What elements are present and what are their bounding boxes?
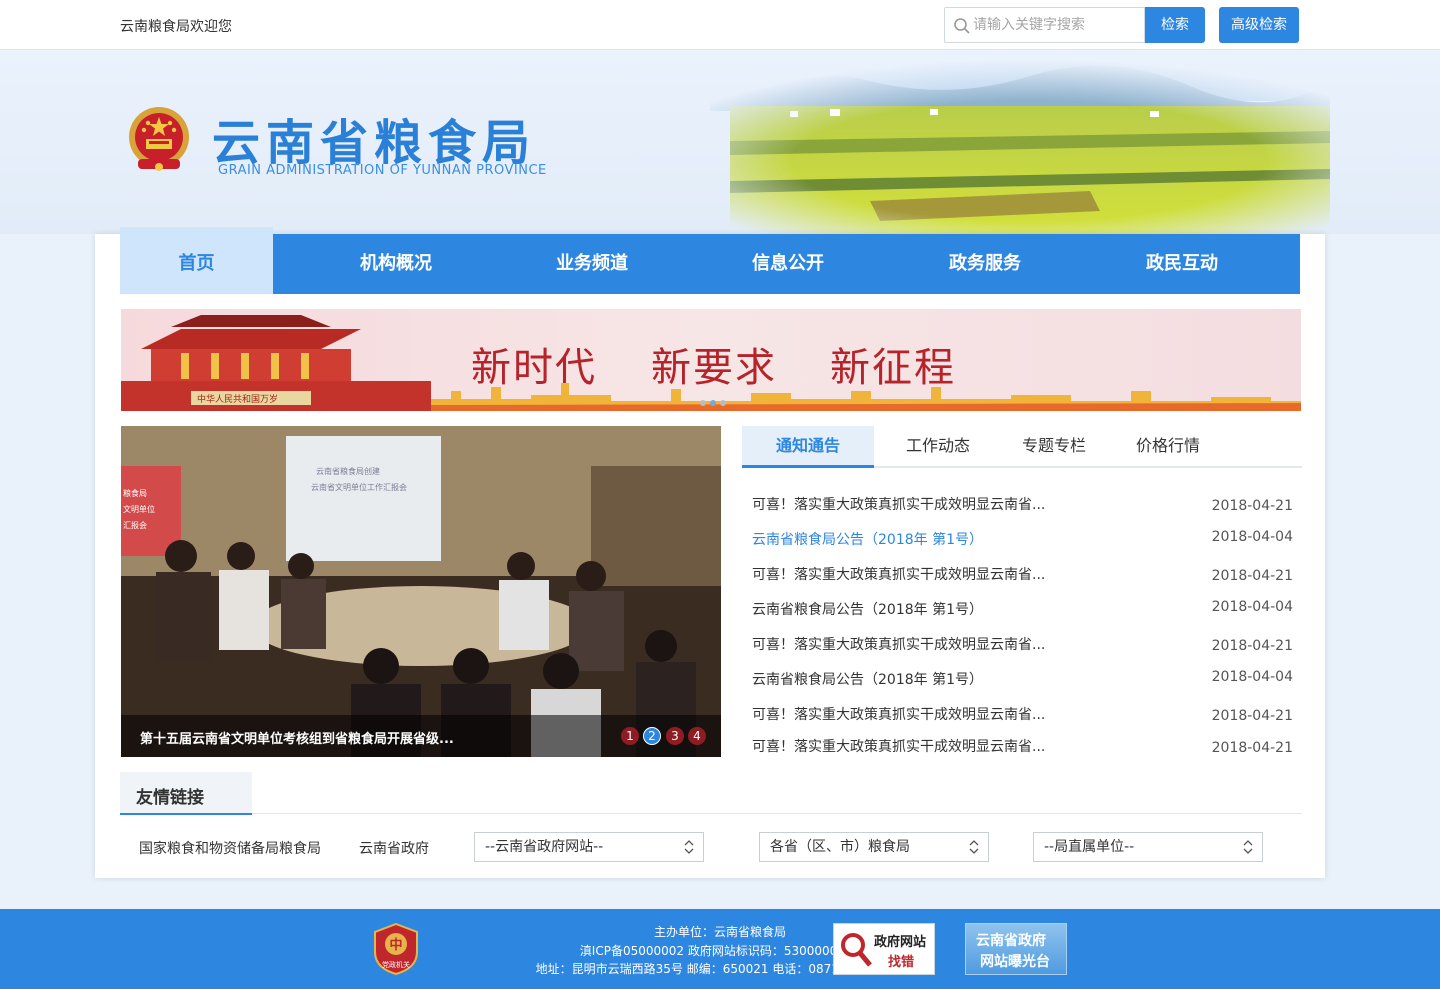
nav-info-disclosure[interactable]: 信息公开 (690, 234, 886, 294)
banner-dot[interactable] (710, 400, 716, 406)
select-affiliated-units[interactable]: --局直属单位-- (1033, 832, 1263, 862)
tab-special-topics[interactable]: 专题专栏 (1004, 426, 1104, 466)
news-photo-carousel[interactable]: 云南省粮食局创建 云南省文明单位工作汇报会 粮食局 文明单位 汇报会 第十五届云… (121, 426, 721, 757)
links-heading: 友情链接 (136, 788, 204, 808)
tab-notices[interactable]: 通知通告 (742, 426, 874, 468)
nav-organization[interactable]: 机构概况 (298, 234, 494, 294)
screen-line-2: 云南省文明单位工作汇报会 (311, 482, 407, 492)
link-yunnan-gov[interactable]: 云南省政府 (359, 838, 429, 858)
select-provincial-bureaus[interactable]: 各省（区、市）粮食局 (759, 832, 989, 862)
nav-home[interactable]: 首页 (120, 227, 273, 294)
gate-slogan: 中华人民共和国万岁 (197, 393, 278, 405)
search-input[interactable] (973, 8, 1143, 42)
news-title[interactable]: 可喜！落实重大政策真抓实干成效明显云南省... (752, 564, 1045, 584)
report-error-text-2: 找错 (888, 955, 915, 970)
exposure-text-1: 云南省政府 (976, 933, 1046, 949)
welcome-text: 云南粮食局欢迎您 (120, 19, 232, 35)
photo-caption-bar: 第十五届云南省文明单位考核组到省粮食局开展省级... 1 2 3 4 (121, 715, 721, 757)
news-title[interactable]: 云南省粮食局公告（2018年 第1号） (752, 529, 983, 549)
news-item[interactable]: 可喜！落实重大政策真抓实干成效明显云南省... 2018-04-21 (752, 494, 1293, 518)
site-header: 云南省粮食局 GRAIN ADMINISTRATION OF YUNNAN PR… (0, 51, 1440, 234)
nav-interaction[interactable]: 政民互动 (1084, 234, 1280, 294)
magnifier-icon (841, 933, 872, 967)
news-item[interactable]: 可喜！落实重大政策真抓实干成效明显云南省... 2018-04-21 (752, 564, 1293, 588)
landscape-image (710, 51, 1330, 234)
news-item[interactable]: 云南省粮食局公告（2018年 第1号） 2018-04-04 (752, 599, 1293, 623)
news-item[interactable]: 云南省粮食局公告（2018年 第1号） 2018-04-04 (752, 669, 1293, 693)
banner[interactable]: 中华人民共和国万岁 新时代 新要求 新征程 (121, 309, 1301, 411)
national-emblem-icon (129, 107, 189, 171)
chevron-updown-icon (969, 840, 979, 854)
nav-gov-services[interactable]: 政务服务 (887, 234, 1083, 294)
main-nav: 首页 机构概况 业务频道 信息公开 政务服务 政民互动 (120, 227, 1300, 294)
carousel-page-1[interactable]: 1 (621, 727, 639, 745)
news-date: 2018-04-04 (1211, 599, 1293, 615)
sign-line-3: 汇报会 (123, 520, 147, 530)
banner-dot[interactable] (720, 400, 726, 406)
search-icon (954, 18, 970, 34)
news-item[interactable]: 可喜！落实重大政策真抓实干成效明显云南省... 2018-04-21 (752, 704, 1293, 728)
top-bar: 云南粮食局欢迎您 检索 高级检索 (0, 0, 1440, 50)
chevron-updown-icon (1243, 840, 1253, 854)
select-gov-websites[interactable]: --云南省政府网站-- (474, 832, 704, 862)
footer-icp[interactable]: 滇ICP备05000002 政府网站标识码：5300000052 (0, 942, 1440, 959)
news-date: 2018-04-21 (1211, 740, 1293, 756)
news-item[interactable]: 可喜！落实重大政策真抓实干成效明显云南省... 2018-04-21 (752, 736, 1293, 760)
select-value: --局直属单位-- (1044, 839, 1135, 855)
screen-line-1: 云南省粮食局创建 (316, 466, 380, 476)
news-title[interactable]: 可喜！落实重大政策真抓实干成效明显云南省... (752, 704, 1045, 724)
select-value: --云南省政府网站-- (485, 839, 604, 855)
tab-price-info[interactable]: 价格行情 (1118, 426, 1218, 466)
news-title[interactable]: 可喜！落实重大政策真抓实干成效明显云南省... (752, 634, 1045, 654)
chevron-updown-icon (684, 840, 694, 854)
news-title[interactable]: 可喜！落实重大政策真抓实干成效明显云南省... (752, 494, 1045, 514)
news-tabs: 通知通告 工作动态 专题专栏 价格行情 (742, 426, 1302, 468)
report-error-text-1: 政府网站 (874, 935, 927, 950)
advanced-search-button[interactable]: 高级检索 (1219, 7, 1299, 43)
carousel-page-3[interactable]: 3 (666, 727, 684, 745)
sign-line-2: 文明单位 (123, 504, 155, 514)
news-date: 2018-04-21 (1211, 638, 1293, 654)
sign-line-1: 粮食局 (123, 488, 147, 498)
links-divider (252, 813, 1302, 814)
meeting-photo: 云南省粮食局创建 云南省文明单位工作汇报会 粮食局 文明单位 汇报会 (121, 426, 721, 757)
news-date: 2018-04-21 (1211, 498, 1293, 514)
news-title[interactable]: 云南省粮食局公告（2018年 第1号） (752, 599, 983, 619)
footer-host: 主办单位：云南省粮食局 (653, 925, 786, 939)
links-heading-tab: 友情链接 (120, 772, 252, 815)
news-date: 2018-04-04 (1211, 669, 1293, 685)
news-title[interactable]: 可喜！落实重大政策真抓实干成效明显云南省... (752, 736, 1045, 756)
nav-business[interactable]: 业务频道 (494, 234, 690, 294)
news-title[interactable]: 云南省粮食局公告（2018年 第1号） (752, 669, 983, 689)
site-footer: 中 党政机关 主办单位：云南省粮食局 滇ICP备05000002 政府网站标识码… (0, 909, 1440, 989)
site-subtitle: GRAIN ADMINISTRATION OF YUNNAN PROVINCE (218, 163, 547, 178)
banner-dot[interactable] (700, 400, 706, 406)
exposure-platform-link[interactable]: 云南省政府 网站曝光台 (965, 923, 1067, 975)
search-box[interactable] (944, 7, 1145, 43)
news-item[interactable]: 云南省粮食局公告（2018年 第1号） 2018-04-04 (752, 529, 1293, 553)
tab-work-news[interactable]: 工作动态 (888, 426, 988, 466)
select-value: 各省（区、市）粮食局 (770, 839, 910, 855)
news-date: 2018-04-21 (1211, 708, 1293, 724)
carousel-page-4[interactable]: 4 (688, 727, 706, 745)
report-error-link[interactable]: 政府网站 找错 (833, 923, 935, 975)
news-item[interactable]: 可喜！落实重大政策真抓实干成效明显云南省... 2018-04-21 (752, 634, 1293, 658)
footer-address: 地址：昆明市云瑞西路35号 邮编：650021 电话：0871-63611856 (535, 962, 905, 976)
news-date: 2018-04-21 (1211, 568, 1293, 584)
tiananmen-illustration: 中华人民共和国万岁 (121, 315, 431, 411)
news-date: 2018-04-04 (1211, 529, 1293, 545)
carousel-page-2[interactable]: 2 (643, 727, 661, 745)
photo-caption[interactable]: 第十五届云南省文明单位考核组到省粮食局开展省级... (140, 728, 454, 747)
link-national-grain-bureau[interactable]: 国家粮食和物资储备局粮食局 (139, 838, 321, 858)
city-skyline-illustration (431, 383, 1301, 411)
exposure-text-2: 网站曝光台 (980, 954, 1050, 970)
search-button[interactable]: 检索 (1145, 7, 1205, 43)
